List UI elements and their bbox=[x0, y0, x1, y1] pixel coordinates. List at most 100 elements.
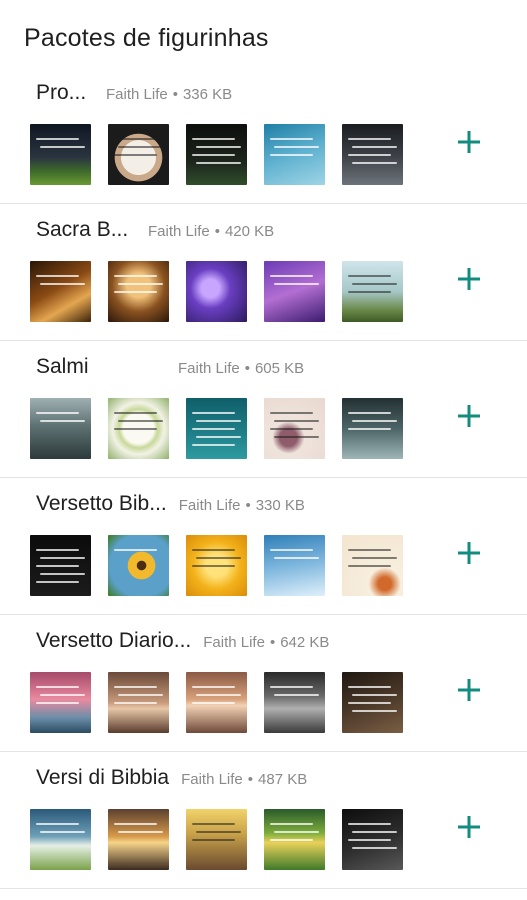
sticker-text-line bbox=[196, 831, 241, 833]
add-pack-button[interactable] bbox=[452, 125, 486, 159]
warm-sea-quote-sticker bbox=[186, 672, 247, 733]
pack-name: Salmi bbox=[36, 355, 89, 378]
pack-header: Versetto Diario... Faith Life • 642 KB bbox=[36, 629, 329, 659]
dark-green-quote-card-sticker bbox=[186, 124, 247, 185]
plus-icon bbox=[458, 131, 480, 153]
sunflower-blue-sky-sticker bbox=[108, 535, 169, 596]
sticker-pack-item[interactable]: Sacra B... Faith Life • 420 KB bbox=[0, 204, 527, 338]
sticker-text-line bbox=[274, 831, 319, 833]
sticker-text-line bbox=[36, 686, 79, 688]
sticker-text-line bbox=[274, 557, 319, 559]
pink-sunset-sea-sticker bbox=[30, 672, 91, 733]
yellow-flowers-quote-sticker bbox=[186, 535, 247, 596]
sticker-pack-item[interactable]: Versetto Bib... Faith Life • 330 KB bbox=[0, 478, 527, 612]
sticker-text-line bbox=[40, 573, 85, 575]
dark-verse-card-sticker bbox=[30, 535, 91, 596]
golden-sunset-text-sticker bbox=[108, 809, 169, 870]
sticker-text-line bbox=[352, 710, 397, 712]
add-pack-button[interactable] bbox=[452, 810, 486, 844]
sticker-text-line bbox=[40, 557, 85, 559]
sticker-text-line bbox=[348, 823, 391, 825]
pack-meta: Faith Life • 642 KB bbox=[203, 634, 329, 651]
pack-meta: Faith Life • 487 KB bbox=[181, 771, 307, 788]
teal-text-card-sticker bbox=[186, 398, 247, 459]
sticker-text-line bbox=[192, 428, 235, 430]
sticker-text-line bbox=[270, 823, 313, 825]
sticker-text-line bbox=[118, 283, 163, 285]
pack-name: Sacra B... bbox=[36, 218, 129, 241]
rainbow-field-quote-sticker bbox=[264, 809, 325, 870]
sticker-text-line bbox=[348, 686, 391, 688]
meta-separator: • bbox=[172, 86, 178, 103]
sticker-text-line bbox=[40, 420, 85, 422]
pink-rose-quote-sticker bbox=[264, 398, 325, 459]
pack-header: Versetto Bib... Faith Life • 330 KB bbox=[36, 492, 305, 522]
sticker-text-line bbox=[274, 146, 319, 148]
sticker-text-line bbox=[192, 444, 235, 446]
sticker-text-line bbox=[36, 565, 79, 567]
pack-size: 605 KB bbox=[254, 360, 305, 377]
sticker-pack-item[interactable]: Salmi Faith Life • 605 KB bbox=[0, 341, 527, 475]
pack-name: Versetto Bib... bbox=[36, 492, 167, 515]
sticker-text-line bbox=[114, 702, 157, 704]
blue-sky-clouds-sticker bbox=[264, 535, 325, 596]
bible-light-rays-sticker bbox=[30, 261, 91, 322]
sticker-text-line bbox=[36, 823, 79, 825]
starfish-quote-sticker bbox=[342, 535, 403, 596]
sticker-text-line bbox=[114, 154, 157, 156]
pack-name: Pro... bbox=[36, 81, 87, 104]
stormy-sea-sticker bbox=[30, 398, 91, 459]
meta-separator: • bbox=[269, 634, 276, 651]
sticker-pack-item[interactable]: Versi di Bibbia Faith Life • 487 KB bbox=[0, 752, 527, 886]
add-pack-button[interactable] bbox=[452, 673, 486, 707]
add-pack-button[interactable] bbox=[452, 536, 486, 570]
pack-name: Versetto Diario... bbox=[36, 629, 192, 652]
sticker-text-line bbox=[348, 138, 391, 140]
pack-size: 330 KB bbox=[255, 497, 305, 514]
sticker-text-line bbox=[36, 412, 79, 414]
sticker-text-line bbox=[114, 275, 157, 277]
sticker-text-line bbox=[348, 549, 391, 551]
meta-separator: • bbox=[245, 497, 251, 514]
sticker-text-line bbox=[118, 420, 163, 422]
sticker-text-line bbox=[348, 412, 391, 414]
pack-meta: Faith Life • 420 KB bbox=[148, 223, 274, 240]
sticker-text-line bbox=[348, 154, 391, 156]
dark-brown-quote-sticker bbox=[342, 672, 403, 733]
sticker-text-line bbox=[196, 557, 241, 559]
pack-name: Versi di Bibbia bbox=[36, 766, 170, 789]
sticker-text-line bbox=[192, 702, 235, 704]
sticker-text-line bbox=[348, 565, 391, 567]
pack-publisher: Faith Life bbox=[178, 497, 241, 514]
sticker-text-line bbox=[270, 154, 313, 156]
sticker-pack-item[interactable]: Versetto Diario... Faith Life • 642 KB bbox=[0, 615, 527, 749]
brown-sunset-quote-sticker bbox=[108, 672, 169, 733]
grey-forest-path-sticker bbox=[264, 672, 325, 733]
add-pack-button[interactable] bbox=[452, 262, 486, 296]
pack-publisher: Faith Life bbox=[178, 360, 240, 377]
sticker-text-line bbox=[118, 694, 163, 696]
sticker-text-line bbox=[352, 146, 397, 148]
meta-separator: • bbox=[247, 771, 254, 788]
sticker-text-line bbox=[114, 428, 157, 430]
sticker-text-line bbox=[196, 420, 241, 422]
sticker-text-line bbox=[114, 686, 157, 688]
sticker-text-line bbox=[270, 686, 313, 688]
pack-meta: Faith Life • 330 KB bbox=[179, 497, 305, 514]
sticker-text-line bbox=[270, 549, 313, 551]
pack-header: Pro... Faith Life • 336 KB bbox=[36, 81, 232, 111]
add-pack-button[interactable] bbox=[452, 399, 486, 433]
sticker-text-line bbox=[192, 565, 235, 567]
sticker-text-line bbox=[196, 694, 241, 696]
hands-holding-note-sticker bbox=[108, 124, 169, 185]
dark-hand-quote-sticker bbox=[342, 809, 403, 870]
pack-meta: Faith Life • 605 KB bbox=[178, 360, 304, 377]
daisies-wreath-quote-sticker bbox=[108, 398, 169, 459]
sticker-text-line bbox=[352, 831, 397, 833]
sticker-text-line bbox=[352, 694, 397, 696]
sticker-text-line bbox=[348, 428, 391, 430]
pack-header: Versi di Bibbia Faith Life • 487 KB bbox=[36, 766, 307, 796]
sticker-text-line bbox=[114, 412, 157, 414]
sticker-text-line bbox=[192, 839, 235, 841]
sticker-pack-item[interactable]: Pro... Faith Life • 336 KB bbox=[0, 67, 527, 201]
